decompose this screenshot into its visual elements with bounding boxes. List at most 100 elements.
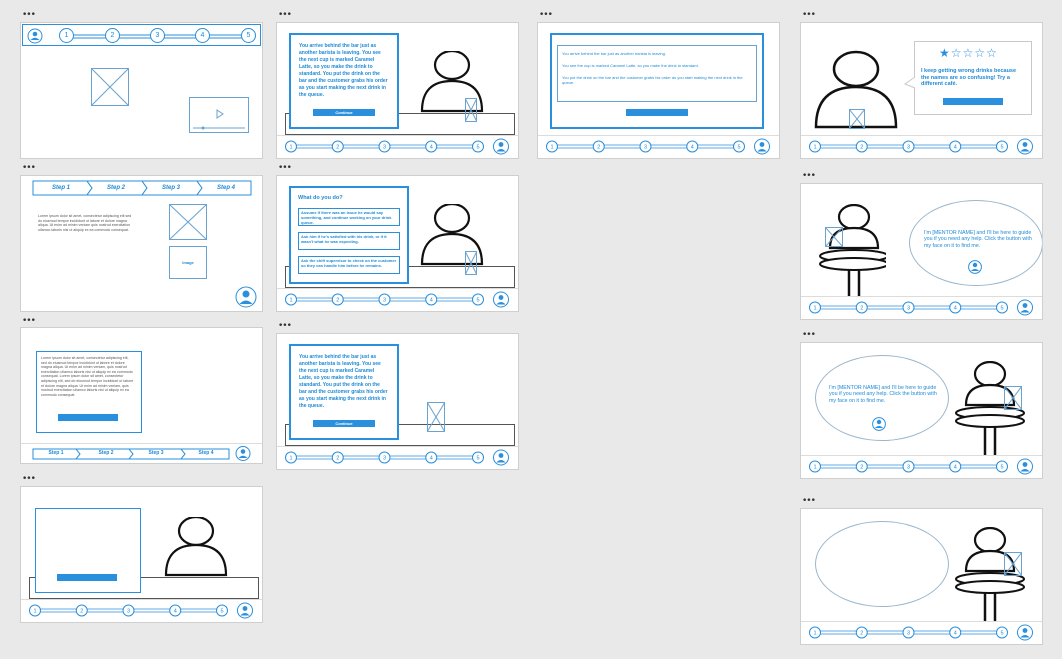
menu-dots[interactable]: •••	[22, 317, 36, 326]
story-text: You arrive behind the bar just as anothe…	[299, 354, 388, 409]
video-player-placeholder[interactable]	[189, 97, 249, 133]
continue-button[interactable]: Continue	[313, 420, 375, 427]
progress-step-3[interactable]: 3	[150, 28, 165, 43]
drink-cup-placeholder	[465, 98, 477, 122]
wide-story-card: You arrive behind the bar just as anothe…	[550, 33, 764, 129]
progress-step-number: 1	[813, 465, 816, 471]
star-empty-icon[interactable]: ☆	[974, 46, 986, 60]
step-footer: Step 1 Step 2 Step 3 Step 4	[21, 443, 262, 463]
menu-dots[interactable]: •••	[278, 322, 292, 331]
body-text: Lorem ipsum dolor sit amet, consectetur …	[38, 214, 132, 232]
progress-step-number: 3	[907, 465, 910, 471]
progress-track: 1 2 3 4 5	[285, 138, 509, 155]
star-empty-icon[interactable]: ☆	[951, 46, 963, 60]
progress-step-number: 2	[860, 631, 863, 637]
progress-step-number: 1	[813, 631, 816, 637]
menu-dots[interactable]: •••	[802, 331, 816, 340]
story-text: You arrive behind the bar just as anothe…	[299, 43, 388, 98]
empty-speech-bubble	[815, 521, 949, 607]
step-4-label[interactable]: Step 4	[206, 185, 246, 191]
menu-dots[interactable]: •••	[22, 164, 36, 173]
progress-track: 1 2 3 4 5	[809, 138, 1033, 155]
card-button[interactable]	[57, 574, 117, 581]
continue-button[interactable]	[943, 98, 1003, 105]
mentor-avatar-button[interactable]	[1017, 458, 1033, 475]
menu-dots[interactable]: •••	[802, 497, 816, 506]
step-1-label[interactable]: Step 1	[41, 185, 81, 191]
menu-dots[interactable]: •••	[539, 11, 553, 20]
progress-step-number: 3	[907, 145, 910, 151]
star-empty-icon[interactable]: ☆	[986, 46, 998, 60]
progress-bar: 1 2 3 4 5	[277, 135, 518, 158]
progress-step-number: 1	[813, 145, 816, 151]
question-card: What do you do? Assume if there was an i…	[289, 186, 409, 284]
feedback-text: I keep getting wrong drinks because the …	[921, 68, 1017, 87]
progress-track: 1 2 3 4 5	[809, 299, 1033, 316]
step-3-label[interactable]: Step 3	[143, 450, 169, 456]
mentor-avatar-button[interactable]	[493, 291, 509, 308]
mentor-avatar-button[interactable]	[493, 138, 509, 155]
image-placeholder	[169, 204, 207, 240]
progress-track: 1 2 3 4 5	[285, 449, 509, 466]
mentor-avatar-icon	[872, 417, 886, 431]
progress-step-number: 3	[383, 298, 386, 304]
step-2-label[interactable]: Step 2	[96, 185, 136, 191]
progress-step-number: 4	[954, 465, 957, 471]
progress-step-number: 4	[954, 631, 957, 637]
progress-track: 1 2 3 4 5	[29, 602, 253, 619]
progress-step-number: 1	[813, 306, 816, 312]
feedback-panel: ★☆☆☆☆ I keep getting wrong drinks becaus…	[903, 41, 1032, 115]
mentor-avatar-button[interactable]	[754, 138, 770, 155]
answer-option-1[interactable]: Assume if there was an issue he would sa…	[298, 208, 400, 226]
progress-bar: 1 2 3 4 5	[801, 135, 1042, 158]
progress-step-number: 4	[430, 456, 433, 462]
progress-step-2[interactable]: 2	[105, 28, 120, 43]
continue-button[interactable]: Continue	[313, 109, 375, 116]
progress-step-number: 4	[430, 298, 433, 304]
story-card: You arrive behind the bar just as anothe…	[289, 33, 399, 129]
mentor-avatar-button[interactable]	[1017, 138, 1033, 155]
menu-dots[interactable]: •••	[22, 475, 36, 484]
star-rating[interactable]: ★☆☆☆☆	[939, 46, 998, 60]
wide-story-inner: You arrive behind the bar just as anothe…	[557, 45, 757, 102]
mentor-avatar-button[interactable]	[1017, 624, 1033, 641]
drink-cup-placeholder	[465, 251, 477, 275]
progress-step-1[interactable]: 1	[59, 28, 74, 43]
progress-step-4[interactable]: 4	[195, 28, 210, 43]
star-filled-icon[interactable]: ★	[939, 46, 951, 60]
step-3-label[interactable]: Step 3	[151, 185, 191, 191]
menu-dots[interactable]: •••	[278, 164, 292, 173]
menu-dots[interactable]: •••	[802, 11, 816, 20]
mentor-avatar-button[interactable]	[1017, 299, 1033, 316]
mentor-avatar-button[interactable]	[493, 449, 509, 466]
step-4-label[interactable]: Step 4	[193, 450, 219, 456]
menu-dots[interactable]: •••	[278, 11, 292, 20]
answer-option-3[interactable]: Ask the shift supervisor to check on the…	[298, 256, 400, 274]
progress-step-number: 3	[127, 609, 130, 615]
progress-bar: 1 2 3 4 5	[277, 446, 518, 469]
menu-dots[interactable]: •••	[802, 172, 816, 181]
board-mentor-right: I'm [MENTOR NAME] and I'll be here to gu…	[800, 342, 1043, 479]
progress-step-number: 3	[383, 456, 386, 462]
progress-header: 1 2 3 4 5	[22, 24, 261, 46]
progress-step-5[interactable]: 5	[241, 28, 256, 43]
answer-option-2[interactable]: Ask him if he's satisfied with his drink…	[298, 232, 400, 250]
mentor-avatar-button[interactable]	[235, 286, 257, 308]
mentor-avatar-icon	[968, 260, 982, 274]
board-character-card: 1 2 3 4 5	[20, 486, 263, 623]
customer-figure	[164, 517, 228, 577]
step-2-label[interactable]: Step 2	[93, 450, 119, 456]
mentor-speech-bubble: I'm [MENTOR NAME] and I'll be here to gu…	[909, 200, 1042, 286]
star-empty-icon[interactable]: ☆	[963, 46, 975, 60]
card-button[interactable]	[58, 414, 118, 421]
continue-button[interactable]	[626, 109, 688, 116]
wide-story-line-3: You put the drink on the bar and the cus…	[562, 75, 743, 85]
menu-dots[interactable]: •••	[22, 11, 36, 20]
step-1-label[interactable]: Step 1	[43, 450, 69, 456]
progress-bar: 1 2 3 4 5	[21, 599, 262, 622]
image-label: Image	[182, 260, 194, 265]
board-intro-progress: 1 2 3 4 5	[20, 22, 263, 159]
image-placeholder	[91, 68, 129, 106]
board-mentor-empty: 1 2 3 4 5	[800, 508, 1043, 645]
mentor-avatar-button[interactable]	[237, 602, 253, 619]
